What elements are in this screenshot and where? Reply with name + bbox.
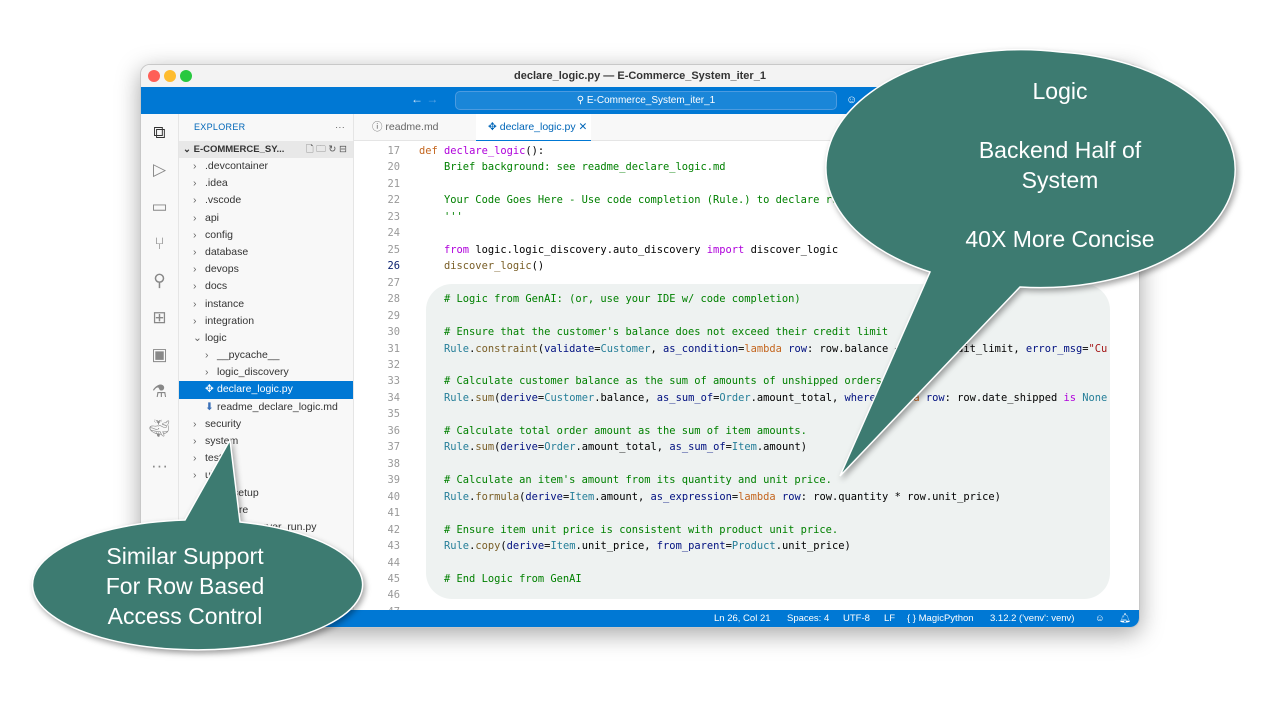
callout-line: 40X More Concise: [965, 226, 1155, 252]
callout-line: Similar Support: [106, 543, 264, 569]
callout-line: System: [1021, 167, 1099, 193]
callout-line: Access Control: [107, 603, 263, 629]
top-callout-text: Logic Backend Half of System 40X More Co…: [900, 76, 1220, 254]
callout-line: Backend Half of: [978, 137, 1142, 163]
callout-line: For Row Based: [105, 573, 265, 599]
callout-line: Logic: [1032, 78, 1088, 104]
bottom-callout-text: Similar Support For Row Based Access Con…: [35, 541, 335, 631]
